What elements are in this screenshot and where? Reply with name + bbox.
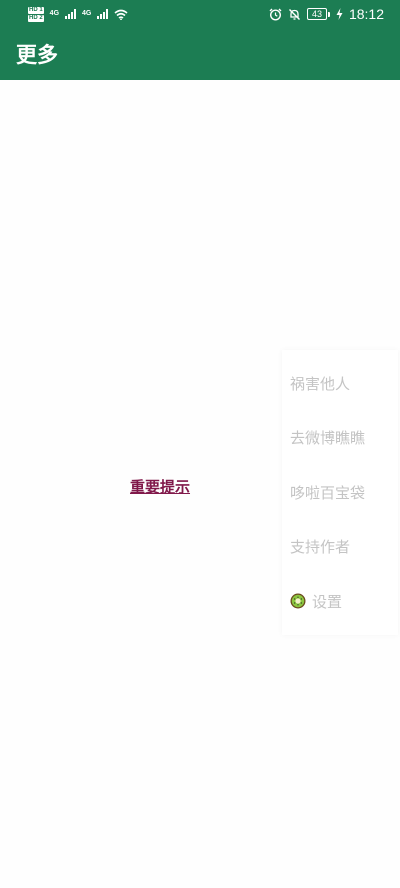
- status-right: 43 18:12: [269, 6, 384, 22]
- app-toolbar: 更多: [0, 28, 400, 80]
- menu-item-settings[interactable]: 设置: [282, 574, 398, 629]
- signal-strength-icon: [65, 9, 77, 19]
- hd-badge-1: HD 1: [28, 6, 44, 14]
- menu-item-label: 祸害他人: [290, 374, 351, 393]
- main-content: 重要提示 祸害他人 去微博瞧瞧 哆啦百宝袋 支持作者 设置: [0, 80, 400, 888]
- important-notice-link[interactable]: 重要提示: [130, 476, 190, 497]
- menu-item-label: 支持作者: [290, 538, 351, 557]
- signal-strength-icon-2: [97, 9, 109, 19]
- menu-item-doraemon-pocket[interactable]: 哆啦百宝袋: [282, 465, 398, 520]
- status-bar: HD 1 HD 2 4G 4G 43 18:12: [0, 0, 400, 28]
- mute-bell-icon: [288, 8, 300, 20]
- menu-item-label: 去微博瞧瞧: [290, 429, 366, 448]
- page-title: 更多: [16, 43, 58, 67]
- menu-item-visit-weibo[interactable]: 去微博瞧瞧: [282, 411, 398, 466]
- battery-level: 43: [306, 8, 327, 20]
- battery-icon: 43: [306, 8, 330, 20]
- menu-item-harm-others[interactable]: 祸害他人: [282, 356, 398, 411]
- menu-item-support-author[interactable]: 支持作者: [282, 520, 398, 575]
- hd-badges: HD 1 HD 2: [28, 6, 44, 22]
- overflow-menu: 祸害他人 去微博瞧瞧 哆啦百宝袋 支持作者 设置: [282, 350, 398, 635]
- network-label-1: 4G: [49, 10, 60, 17]
- hd-badge-2: HD 2: [28, 14, 44, 22]
- alarm-icon: [269, 8, 282, 21]
- menu-item-label: 设置: [312, 592, 343, 611]
- network-label-2: 4G: [82, 10, 92, 17]
- kiwi-icon: [290, 593, 306, 609]
- wifi-icon: [114, 9, 128, 20]
- status-left: HD 1 HD 2 4G 4G: [28, 6, 128, 22]
- clock-time: 18:12: [348, 6, 384, 22]
- charging-icon: [336, 8, 343, 20]
- menu-item-label: 哆啦百宝袋: [290, 483, 366, 502]
